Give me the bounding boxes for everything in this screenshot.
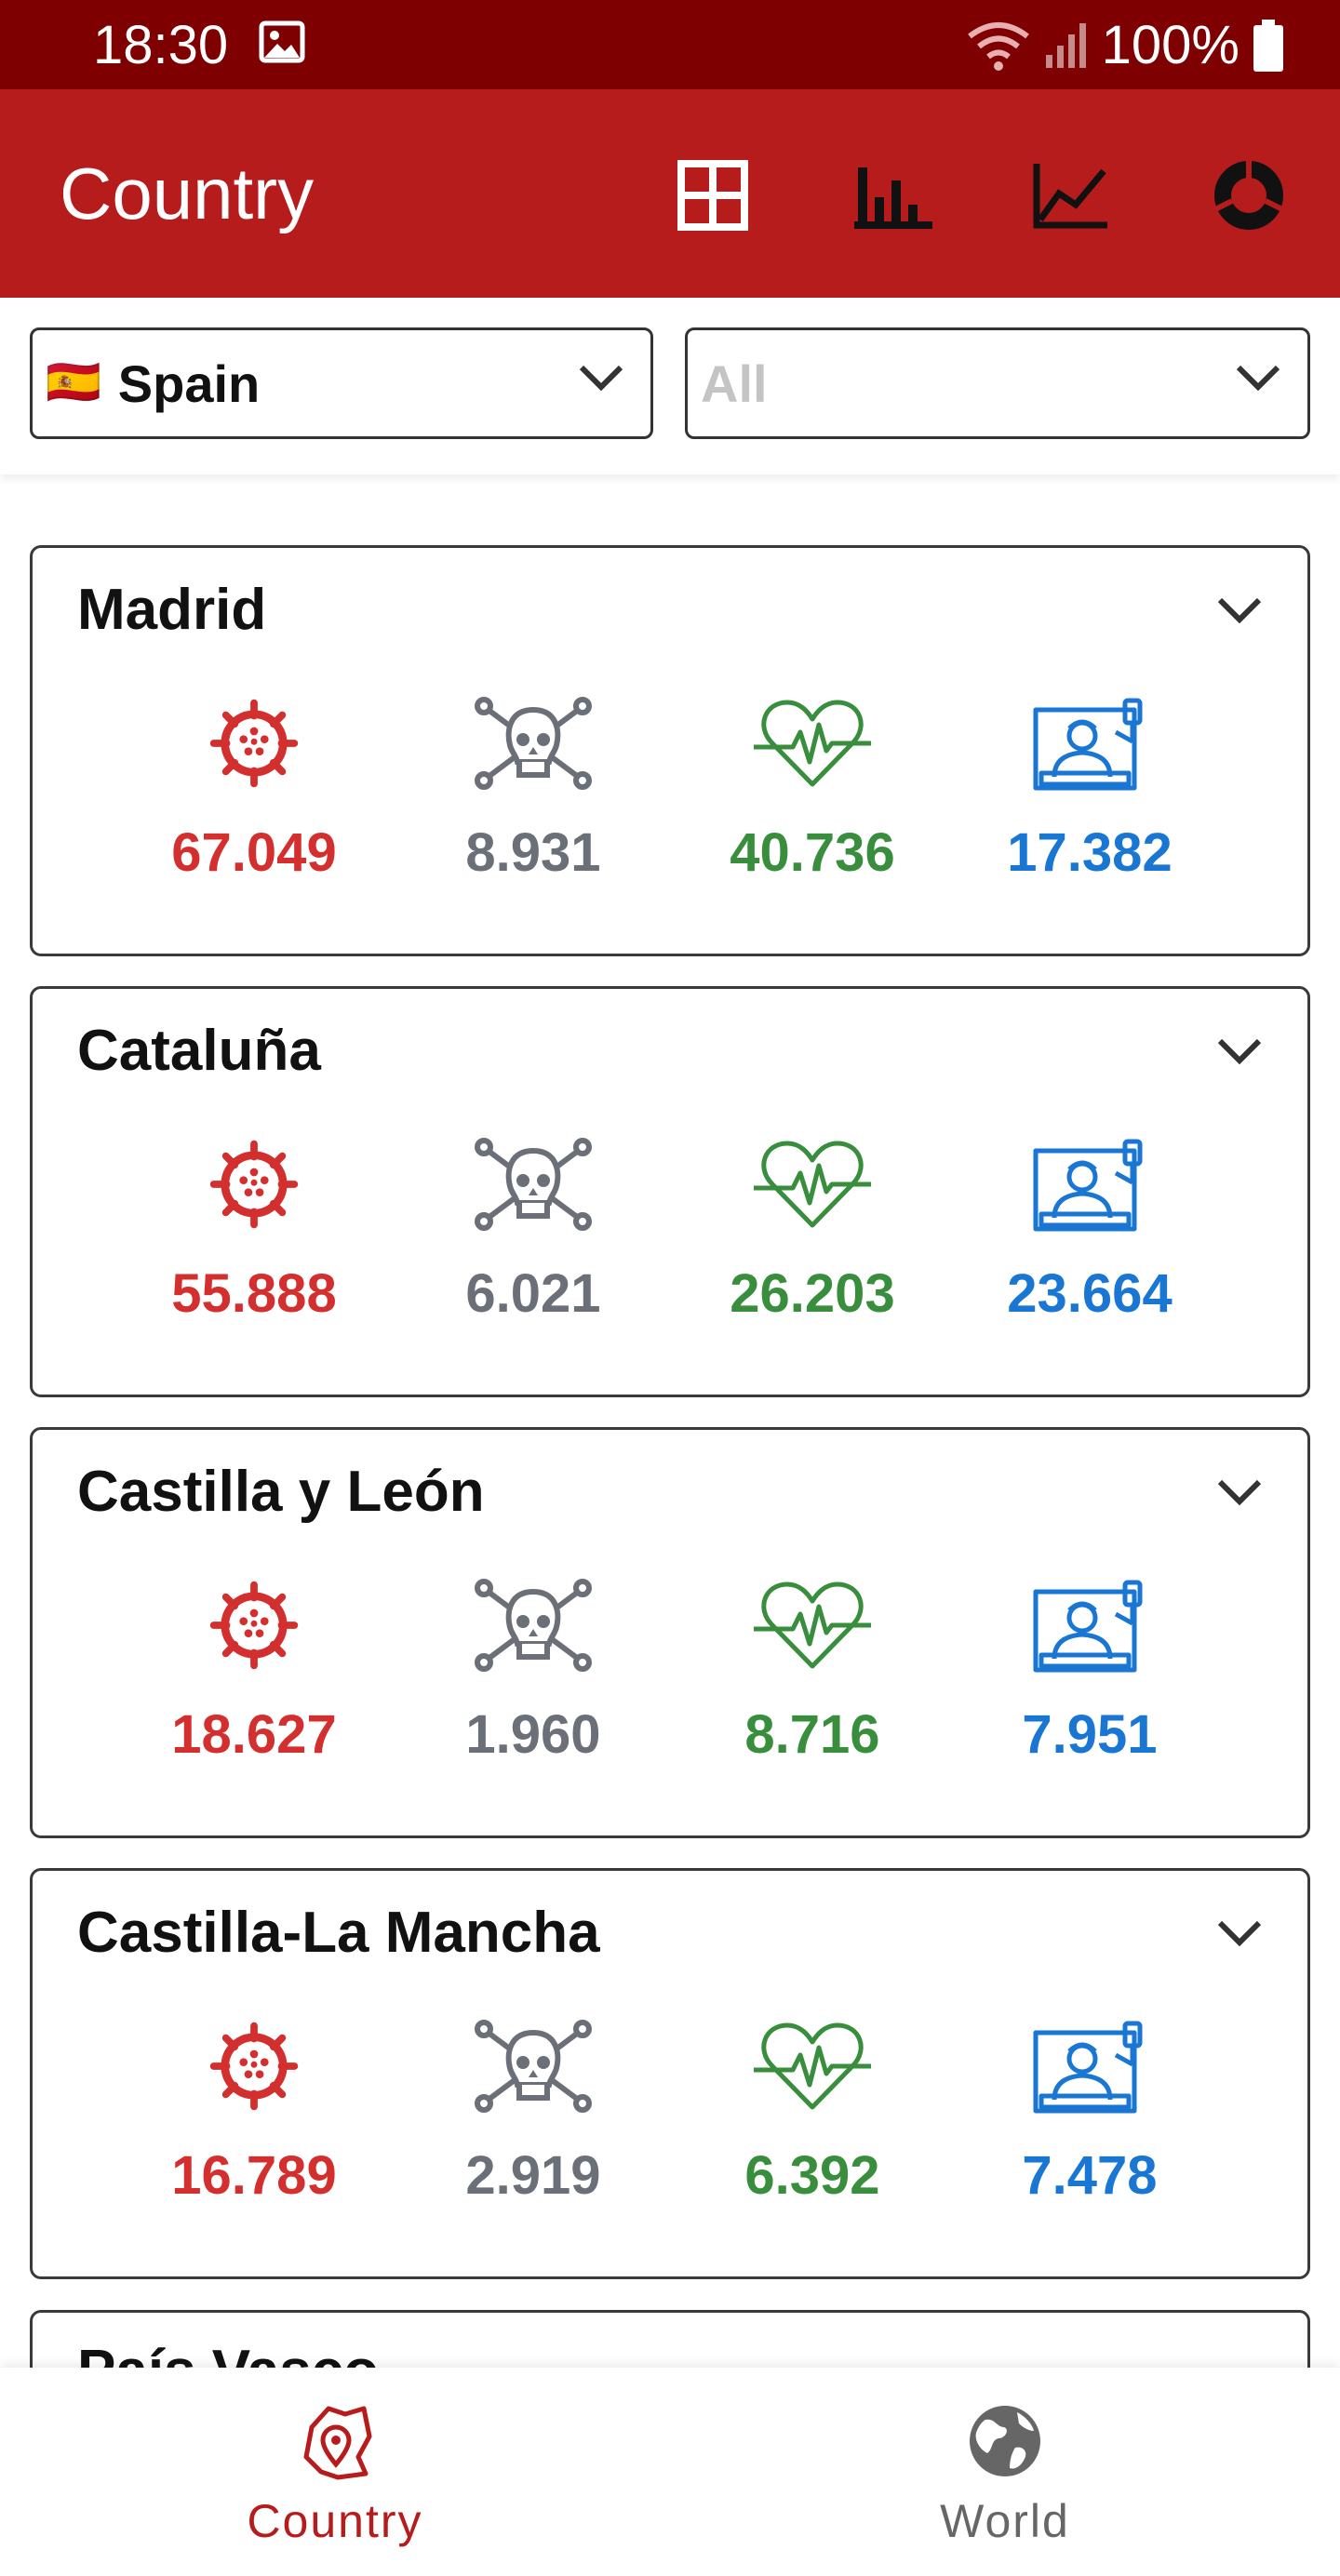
grid-icon [677,160,748,231]
recovered-stat: 40.736 [701,695,924,883]
bar-chart-icon [854,167,932,229]
region-select-placeholder: All [701,354,768,413]
heart-pulse-icon [754,2022,871,2110]
nav-country-label: Country [247,2495,423,2547]
recovered-stat: 6.392 [701,2018,924,2206]
region-name: Castilla y León [77,1460,485,1524]
country-flag: 🇪🇸 [46,358,101,407]
heart-pulse-icon [754,700,871,787]
region-name: País Vasco [77,2337,379,2368]
country-select-value: Spain [117,354,261,413]
hospital-bed-icon [1033,1139,1143,1232]
battery-icon [1253,20,1283,72]
confirmed-value: 67.049 [171,822,337,883]
hospitalized-stat: 7.478 [978,2018,1201,2206]
deaths-value: 8.931 [465,822,601,883]
app-bar: Country [0,89,1340,298]
skull-crossbones-icon [475,2020,592,2113]
image-notification-icon [259,20,305,63]
region-card[interactable]: Cataluña 55.888 6.021 26.203 23.664 [30,986,1310,1397]
region-card[interactable]: Castilla-La Mancha 16.789 2.919 6.392 7.… [30,1868,1310,2279]
hospitalized-value: 23.664 [1007,1263,1172,1324]
virus-icon [209,1140,299,1229]
signal-icon [1045,23,1086,68]
virus-icon [209,699,299,788]
confirmed-value: 18.627 [171,1704,337,1765]
hospital-bed-icon [1033,1580,1143,1673]
confirmed-stat: 18.627 [142,1577,366,1765]
chevron-down-icon[interactable] [1216,1478,1263,1506]
heart-pulse-icon [754,1582,871,1669]
hospitalized-value: 7.951 [1022,1704,1158,1765]
hospitalized-value: 7.478 [1022,2145,1158,2206]
recovered-stat: 8.716 [701,1577,924,1765]
deaths-stat: 8.931 [422,695,645,883]
chevron-down-icon [579,365,623,392]
filter-row: 🇪🇸 Spain All [0,298,1340,474]
recovered-value: 40.736 [730,822,895,883]
battery-percent: 100% [1101,15,1240,75]
confirmed-value: 16.789 [171,2145,337,2206]
virus-icon [209,1581,299,1670]
status-time: 18:30 [93,15,229,75]
deaths-value: 1.960 [465,1704,601,1765]
heart-pulse-icon [754,1141,871,1228]
status-icons: 100% [966,13,1284,78]
wifi-icon [967,22,1029,71]
region-card[interactable]: País Vasco [30,2310,1310,2368]
country-select[interactable]: 🇪🇸 Spain [30,327,653,439]
deaths-stat: 2.919 [422,2018,645,2206]
region-card[interactable]: Madrid 67.049 8.931 40.736 17.382 [30,545,1310,956]
status-bar: 18:30 100% [0,0,1340,89]
recovered-stat: 26.203 [701,1136,924,1324]
region-select[interactable]: All [685,327,1310,439]
chevron-down-icon[interactable] [1216,1037,1263,1065]
chevron-down-icon [1236,365,1280,392]
nav-country[interactable]: Country [0,2368,670,2576]
globe-icon [970,2406,1040,2476]
donut-chart-icon [1212,158,1286,230]
confirmed-stat: 55.888 [142,1136,366,1324]
region-name: Madrid [77,578,267,642]
nav-world-label: World [940,2495,1070,2547]
confirmed-value: 55.888 [171,1263,337,1324]
region-name: Cataluña [77,1019,321,1083]
skull-crossbones-icon [475,1579,592,1672]
hospitalized-stat: 17.382 [978,695,1201,883]
page-title: Country [60,153,315,234]
virus-icon [209,2022,299,2111]
hospitalized-value: 17.382 [1007,822,1172,883]
recovered-value: 6.392 [744,2145,880,2206]
deaths-value: 2.919 [465,2145,601,2206]
table-view-button[interactable] [668,151,757,240]
hospital-bed-icon [1033,2021,1143,2114]
region-list[interactable]: Madrid 67.049 8.931 40.736 17.382 Catalu… [0,474,1340,2368]
recovered-value: 8.716 [744,1704,880,1765]
confirmed-stat: 16.789 [142,2018,366,2206]
deaths-value: 6.021 [465,1263,601,1324]
skull-crossbones-icon [475,697,592,790]
hospitalized-stat: 23.664 [978,1136,1201,1324]
deaths-stat: 1.960 [422,1577,645,1765]
map-pin-icon [303,2406,372,2480]
bar-chart-button[interactable] [849,151,938,240]
region-name: Castilla-La Mancha [77,1901,600,1965]
chevron-down-icon[interactable] [1216,596,1263,624]
skull-crossbones-icon [475,1138,592,1231]
recovered-value: 26.203 [730,1263,895,1324]
hospitalized-stat: 7.951 [978,1577,1201,1765]
donut-chart-button[interactable] [1204,151,1293,240]
line-chart-button[interactable] [1025,151,1115,240]
region-card[interactable]: Castilla y León 18.627 1.960 8.716 7.951 [30,1427,1310,1838]
confirmed-stat: 67.049 [142,695,366,883]
line-chart-icon [1033,164,1107,229]
nav-world[interactable]: World [670,2368,1340,2576]
chevron-down-icon[interactable] [1216,1919,1263,1947]
bottom-navigation: Country World [0,2368,1340,2576]
deaths-stat: 6.021 [422,1136,645,1324]
hospital-bed-icon [1033,698,1143,791]
